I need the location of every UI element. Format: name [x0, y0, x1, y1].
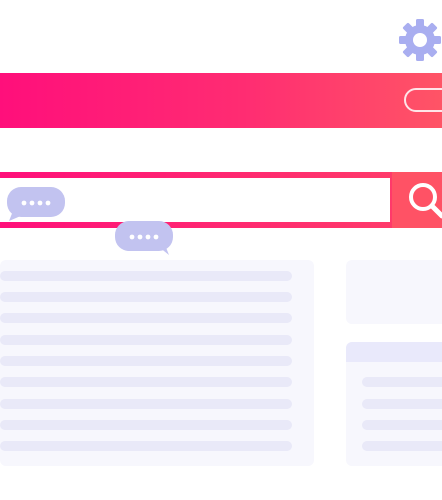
- placeholder-line: [0, 377, 292, 387]
- placeholder-line: [0, 356, 292, 366]
- placeholder-line: [362, 377, 442, 387]
- placeholder-line: [362, 399, 442, 409]
- search-button[interactable]: [392, 172, 442, 228]
- placeholder-line: [0, 313, 292, 323]
- top-nav-bar: [0, 73, 442, 128]
- placeholder-line: [0, 420, 292, 430]
- chat-bubble-icon: [115, 221, 173, 255]
- nav-pill-button[interactable]: [404, 88, 442, 112]
- side-panel: [346, 260, 442, 324]
- placeholder-line: [0, 335, 292, 345]
- search-icon: [409, 183, 442, 219]
- placeholder-line: [0, 292, 292, 302]
- side-panel-header: [346, 342, 442, 362]
- chat-bubble-icon: [7, 187, 65, 221]
- gear-icon[interactable]: [398, 18, 442, 62]
- placeholder-line: [362, 441, 442, 451]
- placeholder-line: [0, 399, 292, 409]
- placeholder-line: [0, 271, 292, 281]
- placeholder-line: [362, 420, 442, 430]
- placeholder-line: [0, 441, 292, 451]
